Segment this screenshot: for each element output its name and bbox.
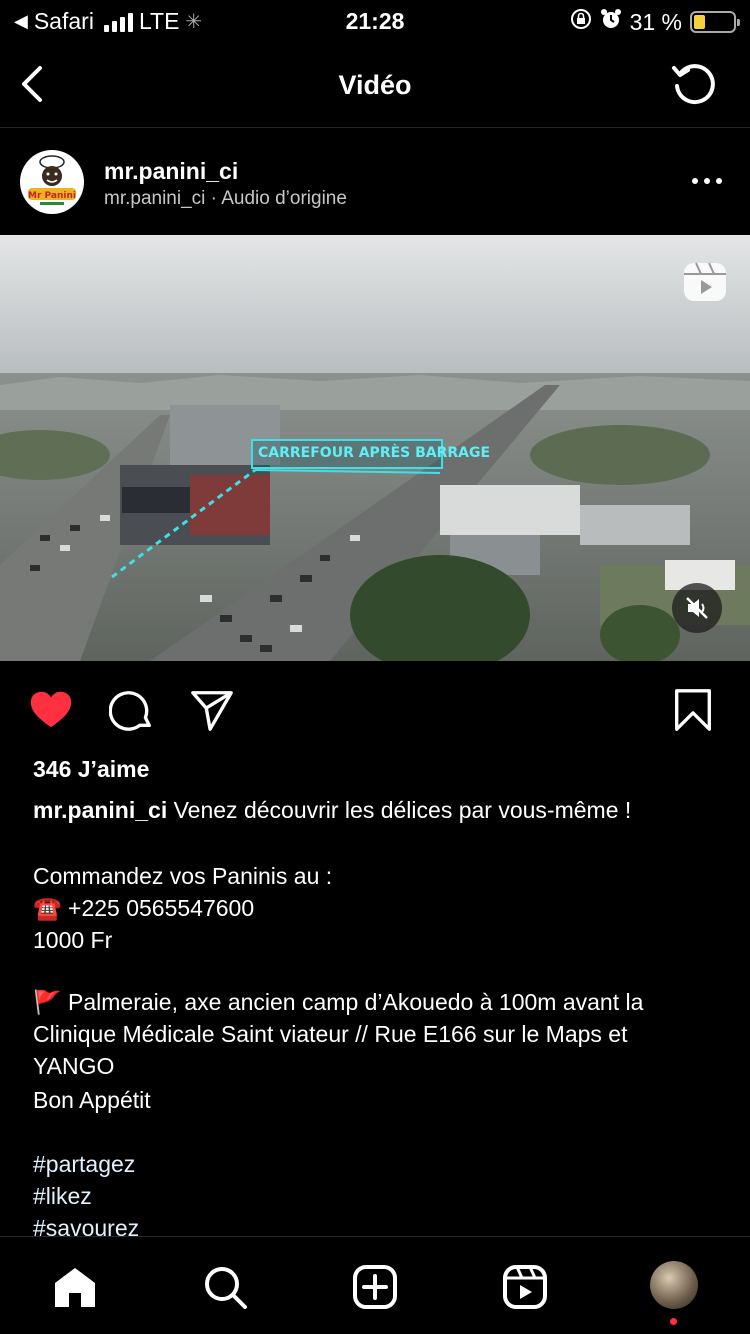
post-username[interactable]: mr.panini_ci: [104, 158, 238, 185]
caption-line: ☎️ +225 0565547600: [33, 895, 255, 921]
caption-line: 🚩 Palmeraie, axe ancien camp d’Akouedo à…: [33, 989, 644, 1015]
heart-icon[interactable]: [28, 687, 74, 733]
video-player[interactable]: CARREFOUR APRÈS BARRAGE: [0, 235, 750, 661]
caption-line: 1000 Fr: [33, 927, 113, 953]
reels-tab-icon[interactable]: [501, 1263, 549, 1311]
hashtag-link[interactable]: #likez: [33, 1180, 723, 1212]
post-header: Mr Panini mr.panini_ci mr.panini_ci · Au…: [0, 129, 750, 235]
status-bar: ◀ Safari LTE ✳ 21:28 31 %: [0, 0, 750, 42]
battery-percent: 31 %: [629, 8, 682, 35]
search-icon[interactable]: [201, 1263, 249, 1311]
nav-bar: Vidéo: [0, 42, 750, 128]
caption-text: Venez découvrir les délices par vous-mêm…: [167, 797, 632, 823]
send-icon[interactable]: [189, 687, 235, 733]
profile-avatar[interactable]: [650, 1261, 698, 1309]
status-right: 31 %: [570, 8, 740, 36]
mute-button[interactable]: [672, 583, 722, 633]
like-count[interactable]: 346 J’aime: [33, 756, 149, 783]
post-audio-subline[interactable]: mr.panini_ci · Audio d’origine: [104, 188, 347, 210]
create-post-icon[interactable]: [351, 1263, 399, 1311]
post-actions: [0, 661, 750, 757]
avatar[interactable]: Mr Panini: [20, 150, 84, 214]
reels-icon: [684, 262, 726, 301]
more-options-icon[interactable]: [692, 178, 722, 184]
video-overlay-label: CARREFOUR APRÈS BARRAGE: [258, 445, 491, 461]
caption-line: YANGO: [33, 1053, 115, 1079]
speaker-muted-icon: [686, 597, 708, 619]
caption-username[interactable]: mr.panini_ci: [33, 797, 167, 823]
home-icon[interactable]: [51, 1263, 99, 1311]
brand-logo-icon: Mr Panini: [28, 155, 76, 205]
comment-icon[interactable]: [109, 687, 155, 733]
caption-line: Bon Appétit: [33, 1087, 151, 1113]
notification-dot: [670, 1318, 677, 1325]
caption-line: Commandez vos Paninis au :: [33, 863, 333, 889]
bookmark-icon[interactable]: [670, 687, 716, 733]
battery-icon: [690, 11, 740, 33]
svg-text:Mr Panini: Mr Panini: [28, 191, 76, 201]
bottom-tab-bar: [0, 1236, 750, 1334]
caption-line: Clinique Médicale Saint viateur // Rue E…: [33, 1021, 628, 1047]
alarm-icon: [600, 8, 622, 36]
page-title: Vidéo: [338, 70, 412, 100]
orientation-lock-icon: [570, 8, 592, 36]
post-caption: mr.panini_ci Venez découvrir les délices…: [33, 796, 723, 1244]
refresh-icon[interactable]: [670, 60, 718, 108]
hashtag-link[interactable]: #partagez: [33, 1148, 723, 1180]
